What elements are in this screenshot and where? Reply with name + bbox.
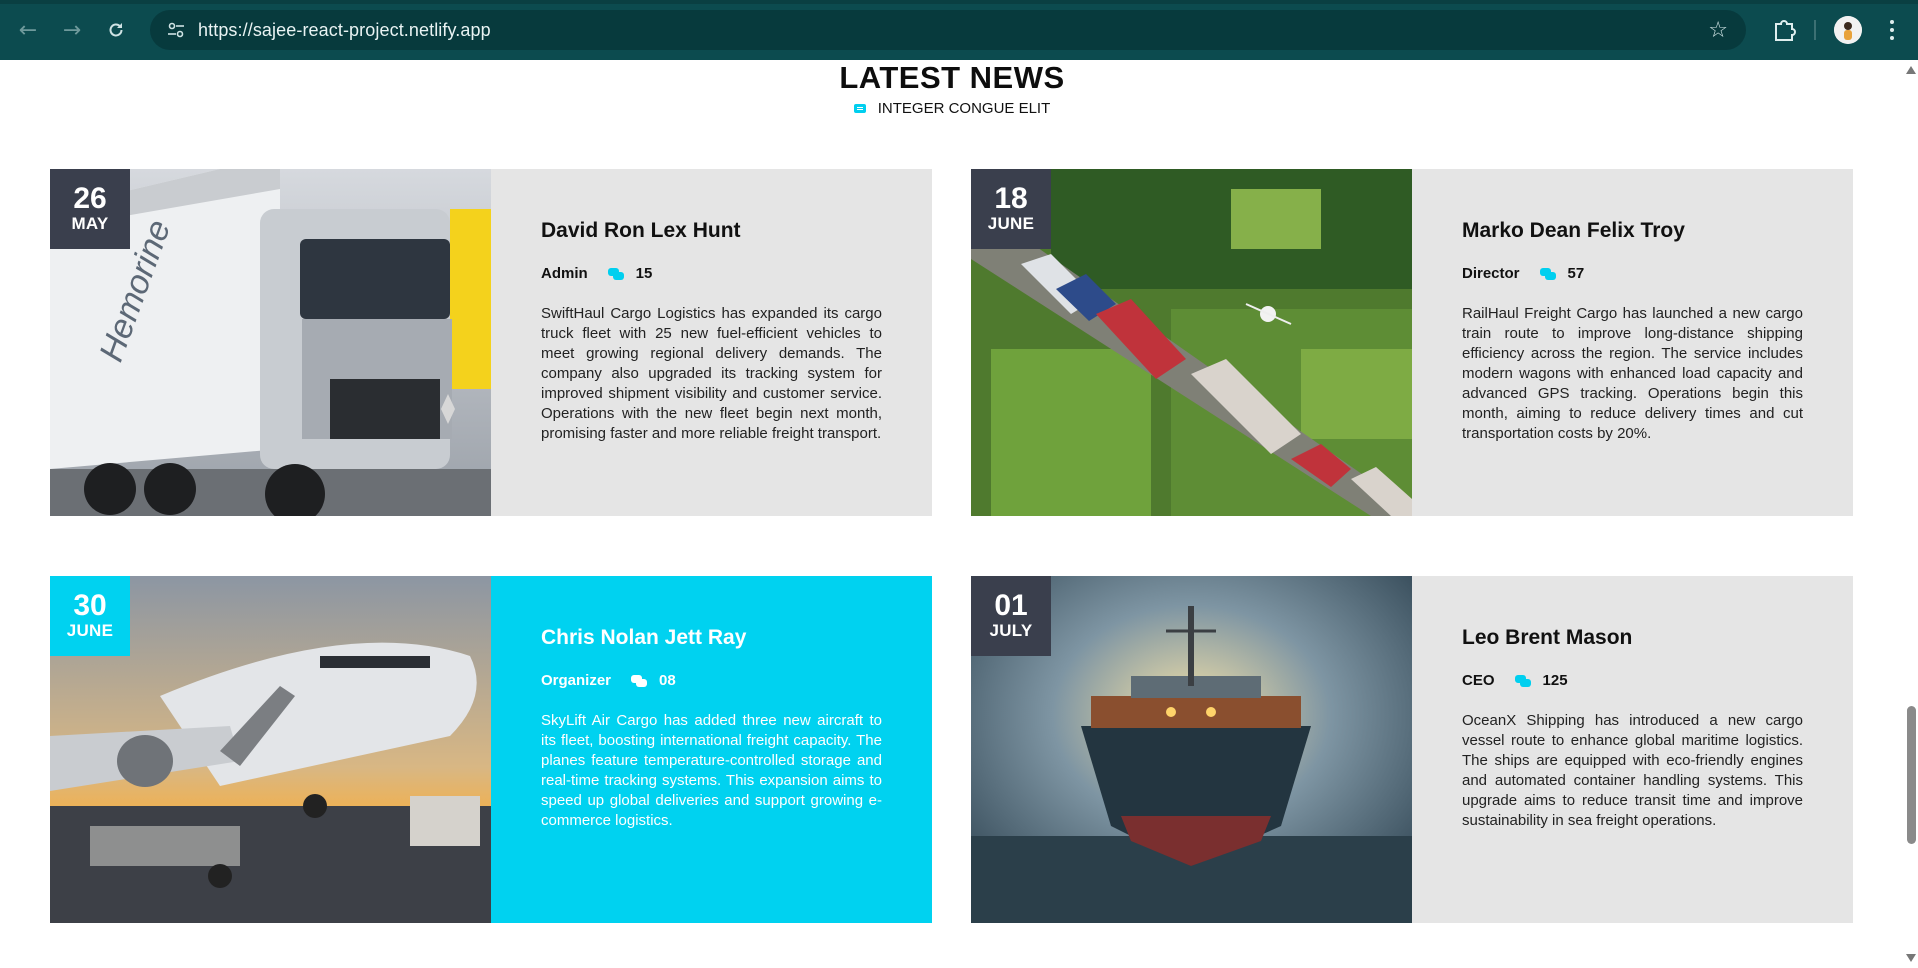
cargo-truck-photo: Hemorine 26 MAY xyxy=(50,169,491,516)
news-role: CEO xyxy=(1462,672,1495,689)
date-day: 30 xyxy=(73,589,107,622)
date-badge: 26 MAY xyxy=(50,169,130,249)
comment-count: 08 xyxy=(659,672,676,689)
date-badge: 18 JUNE xyxy=(971,169,1051,249)
reload-icon[interactable] xyxy=(98,12,134,48)
address-bar[interactable]: https://sajee-react-project.netlify.app … xyxy=(150,10,1746,50)
toolbar-separator xyxy=(1814,20,1816,40)
news-meta: Admin 15 xyxy=(541,265,882,282)
comments-icon xyxy=(1539,267,1556,280)
section-subtitle-text: INTEGER CONGUE ELIT xyxy=(877,100,1051,117)
freight-train-photo: 18 JUNE xyxy=(971,169,1412,516)
comments-icon xyxy=(607,267,624,280)
profile-avatar[interactable] xyxy=(1834,16,1862,44)
cargo-plane-photo: 30 JUNE xyxy=(50,576,491,923)
news-role: Organizer xyxy=(541,672,612,689)
news-card[interactable]: 18 JUNE Marko Dean Felix Troy Director 5… xyxy=(971,169,1853,516)
scroll-up-arrow-icon[interactable] xyxy=(1906,66,1916,74)
news-author-name[interactable]: Chris Nolan Jett Ray xyxy=(541,626,882,650)
browser-toolbar: ← → https://sajee-react-project.netlify.… xyxy=(0,0,1918,60)
news-text: RailHaul Freight Cargo has launched a ne… xyxy=(1462,305,1803,442)
vertical-scrollbar[interactable] xyxy=(1904,60,1918,968)
date-day: 01 xyxy=(994,589,1028,622)
news-meta: CEO 125 xyxy=(1462,672,1803,689)
news-card[interactable]: Hemorine 26 MAY David Ron Lex Hunt Admin… xyxy=(50,169,932,516)
comment-count: 125 xyxy=(1542,672,1568,689)
date-day: 26 xyxy=(73,182,107,215)
news-card[interactable]: 30 JUNE Chris Nolan Jett Ray Organizer 0… xyxy=(50,576,932,923)
news-text: SkyLift Air Cargo has added three new ai… xyxy=(541,712,882,829)
kebab-menu-icon[interactable] xyxy=(1880,14,1904,46)
news-text: SwiftHaul Cargo Logistics has expanded i… xyxy=(541,305,882,442)
comment-count: 57 xyxy=(1567,265,1585,282)
date-badge: 30 JUNE xyxy=(50,576,130,656)
date-month: JUNE xyxy=(66,621,114,640)
date-badge: 01 JULY xyxy=(971,576,1051,656)
forward-arrow-icon[interactable]: → xyxy=(54,12,90,48)
tab-strip-edge xyxy=(0,0,1918,4)
puzzle-icon[interactable] xyxy=(1768,14,1800,46)
news-text: OceanX Shipping has introduced a new car… xyxy=(1462,712,1803,829)
news-card[interactable]: 01 JULY Leo Brent Mason CEO 125 OceanX S… xyxy=(971,576,1853,923)
news-role: Admin xyxy=(541,265,588,282)
date-month: MAY xyxy=(71,214,109,233)
news-author-name[interactable]: Leo Brent Mason xyxy=(1462,626,1803,650)
scroll-down-arrow-icon[interactable] xyxy=(1906,954,1916,962)
cargo-ship-photo: 01 JULY xyxy=(971,576,1412,923)
star-icon[interactable]: ☆ xyxy=(1708,18,1728,43)
section-title: LATEST NEWS xyxy=(839,60,1065,95)
section-subtitle: INTEGER CONGUE ELIT xyxy=(0,100,1904,117)
news-body: Chris Nolan Jett Ray Organizer 08 SkyLif… xyxy=(491,576,932,923)
news-body: Marko Dean Felix Troy Director 57 RailHa… xyxy=(1412,169,1853,516)
url-text[interactable]: https://sajee-react-project.netlify.app xyxy=(198,20,491,41)
date-month: JULY xyxy=(989,621,1033,640)
news-author-name[interactable]: David Ron Lex Hunt xyxy=(541,219,882,243)
news-author-name[interactable]: Marko Dean Felix Troy xyxy=(1462,219,1803,243)
news-meta: Organizer 08 xyxy=(541,672,882,689)
tune-icon[interactable] xyxy=(166,20,186,40)
scrollbar-thumb[interactable] xyxy=(1907,706,1916,844)
back-arrow-icon[interactable]: ← xyxy=(10,12,46,48)
comments-icon xyxy=(631,674,648,687)
news-body: David Ron Lex Hunt Admin 15 SwiftHaul Ca… xyxy=(491,169,932,516)
news-body: Leo Brent Mason CEO 125 OceanX Shipping … xyxy=(1412,576,1853,923)
comment-count: 15 xyxy=(635,265,653,282)
comments-icon xyxy=(1514,674,1531,687)
date-day: 18 xyxy=(994,182,1028,215)
date-month: JUNE xyxy=(987,214,1035,233)
news-role: Director xyxy=(1462,265,1520,282)
subtitle-icon xyxy=(853,104,866,113)
news-meta: Director 57 xyxy=(1462,265,1803,282)
page-content: LATEST NEWS INTEGER CONGUE ELIT Hemorine xyxy=(0,60,1904,968)
